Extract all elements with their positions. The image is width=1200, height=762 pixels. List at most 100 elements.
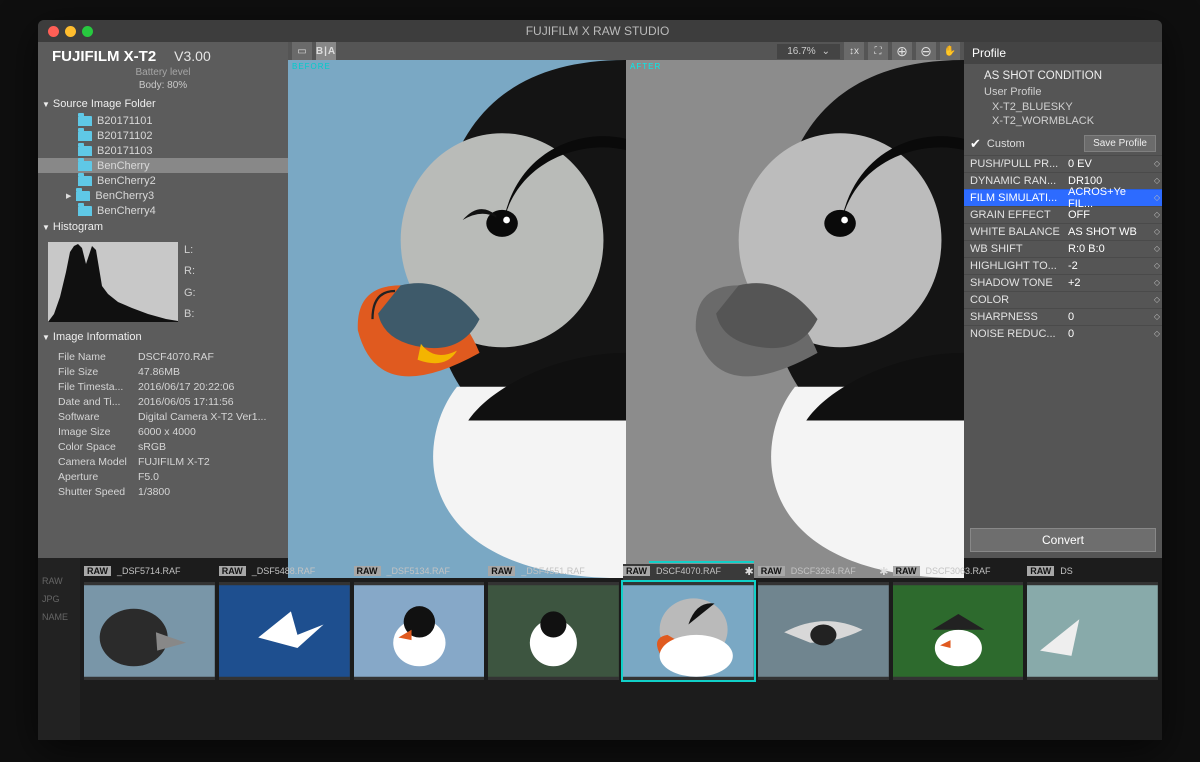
setting-row[interactable]: PUSH/PULL PR...0 EV: [964, 155, 1162, 172]
section-source-folder[interactable]: Source Image Folder: [38, 95, 288, 113]
stepper-icon[interactable]: [1154, 331, 1158, 337]
raw-badge: RAW: [219, 566, 246, 576]
check-icon: ✔: [970, 136, 981, 152]
close-icon[interactable]: [48, 26, 59, 37]
stepper-icon[interactable]: [1154, 280, 1158, 286]
view-single-button[interactable]: ▭: [292, 42, 312, 60]
thumb-filename: _DSF5488.RAF: [252, 566, 316, 576]
star-icon: ✱: [879, 565, 888, 578]
thumb-image: [1027, 582, 1158, 680]
filter-jpg[interactable]: JPG: [42, 594, 60, 604]
folder-icon: [78, 116, 92, 126]
folder-item[interactable]: B20171103: [38, 143, 288, 158]
zoom-in-button[interactable]: ⊕: [892, 42, 912, 60]
profile-panel: Profile AS SHOT CONDITION User Profile X…: [964, 42, 1162, 558]
folder-label: B20171101: [97, 115, 152, 127]
stepper-icon[interactable]: [1154, 178, 1158, 184]
zoom-out-button[interactable]: ⊖: [916, 42, 936, 60]
thumbnail[interactable]: RAW DSCF4070.RAF ✱: [623, 564, 754, 680]
after-preview[interactable]: AFTER: [626, 60, 964, 578]
thumbnail[interactable]: RAWDSCF3063.RAF: [893, 564, 1024, 680]
thumbnail[interactable]: RAW DS: [1027, 564, 1158, 680]
stepper-icon[interactable]: [1154, 263, 1158, 269]
thumb-image: [354, 582, 485, 680]
thumbnail[interactable]: RAW_DSF4551.RAF: [488, 564, 619, 680]
thumbnail[interactable]: RAW_DSF5714.RAF: [84, 564, 215, 680]
filmstrip: RAW JPG NAME RAW_DSF5714.RAF RAW _DSF5488.RA…: [38, 558, 1162, 740]
info-row: Image Size6000 x 4000: [58, 425, 286, 440]
section-image-info[interactable]: Image Information: [38, 328, 288, 346]
folder-item[interactable]: BenCherry: [38, 158, 288, 173]
reset-zoom-button[interactable]: ↕x: [844, 42, 864, 60]
stepper-icon[interactable]: [1154, 195, 1158, 201]
user-profile-item[interactable]: X-T2_BLUESKY: [984, 100, 1152, 114]
before-preview[interactable]: BEFORE: [288, 60, 626, 578]
info-row: File Size47.86MB: [58, 365, 286, 380]
thumb-image: [893, 582, 1024, 680]
setting-row[interactable]: GRAIN EFFECTOFF: [964, 206, 1162, 223]
setting-row[interactable]: NOISE REDUC...0: [964, 325, 1162, 339]
raw-badge: RAW: [893, 566, 920, 576]
raw-badge: RAW: [488, 566, 515, 576]
app-title: FUJIFILM X RAW STUDIO: [93, 24, 1102, 38]
stepper-icon[interactable]: [1154, 297, 1158, 303]
pan-button[interactable]: ✋: [940, 42, 960, 60]
thumb-filename: DS: [1060, 566, 1073, 576]
setting-row[interactable]: WB SHIFTR:0 B:0: [964, 240, 1162, 257]
setting-row[interactable]: SHARPNESS0: [964, 308, 1162, 325]
fit-screen-button[interactable]: ⛶: [868, 42, 888, 60]
custom-label[interactable]: Custom: [987, 138, 1025, 150]
filter-raw[interactable]: RAW: [42, 576, 63, 586]
folder-item[interactable]: BenCherry2: [38, 173, 288, 188]
folder-item[interactable]: BenCherry4: [38, 203, 288, 218]
thumb-image: [623, 582, 754, 680]
setting-row[interactable]: FILM SIMULATI...ACROS+Ye FIL...: [964, 189, 1162, 206]
folder-label: B20171102: [97, 130, 152, 142]
filter-name[interactable]: NAME: [42, 612, 68, 622]
titlebar: FUJIFILM X RAW STUDIO: [38, 20, 1162, 42]
setting-row[interactable]: WHITE BALANCEAS SHOT WB: [964, 223, 1162, 240]
folder-icon: [76, 191, 90, 201]
folder-icon: [78, 176, 92, 186]
folder-item[interactable]: BenCherry3: [38, 188, 288, 203]
save-profile-button[interactable]: Save Profile: [1084, 135, 1156, 152]
stepper-icon[interactable]: [1154, 229, 1158, 235]
info-row: Shutter Speed1/3800: [58, 485, 286, 500]
setting-row[interactable]: SHADOW TONE+2: [964, 274, 1162, 291]
battery-body: Body: 80%: [38, 80, 288, 95]
raw-badge: RAW: [758, 566, 785, 576]
stepper-icon[interactable]: [1154, 314, 1158, 320]
info-row: File NameDSCF4070.RAF: [58, 350, 286, 365]
info-row: ApertureF5.0: [58, 470, 286, 485]
folder-icon: [78, 161, 92, 171]
raw-badge: RAW: [1027, 566, 1054, 576]
section-histogram[interactable]: Histogram: [38, 218, 288, 236]
profile-as-shot[interactable]: AS SHOT CONDITION: [984, 68, 1152, 84]
convert-button[interactable]: Convert: [970, 528, 1156, 552]
thumbnail[interactable]: RAWDSCF3264.RAF✱: [758, 564, 889, 680]
folder-item[interactable]: B20171101: [38, 113, 288, 128]
raw-badge: RAW: [623, 566, 650, 576]
info-row: File Timesta...2016/06/17 20:22:06: [58, 380, 286, 395]
camera-model: FUJIFILM X-T2: [52, 48, 156, 65]
stepper-icon[interactable]: [1154, 212, 1158, 218]
thumbnail[interactable]: RAW_DSF5134.RAF: [354, 564, 485, 680]
view-before-after-button[interactable]: B|A: [316, 42, 336, 60]
thumb-image: [758, 582, 889, 680]
setting-row[interactable]: COLOR: [964, 291, 1162, 308]
stepper-icon[interactable]: [1154, 161, 1158, 167]
setting-row[interactable]: HIGHLIGHT TO...-2: [964, 257, 1162, 274]
raw-badge: RAW: [354, 566, 381, 576]
zoom-select[interactable]: 16.7%: [777, 44, 840, 59]
stepper-icon[interactable]: [1154, 246, 1158, 252]
folder-label: BenCherry4: [97, 205, 156, 217]
maximize-icon[interactable]: [82, 26, 93, 37]
sidebar: FUJIFILM X-T2 V3.00 Battery level Body: …: [38, 42, 288, 558]
folder-icon: [78, 146, 92, 156]
star-icon: ✱: [745, 565, 754, 578]
thumbnail[interactable]: RAW _DSF5488.RAF: [219, 564, 350, 680]
minimize-icon[interactable]: [65, 26, 76, 37]
thumb-filename: DSCF4070.RAF: [656, 566, 721, 576]
folder-item[interactable]: B20171102: [38, 128, 288, 143]
user-profile-item[interactable]: X-T2_WORMBLACK: [984, 114, 1152, 128]
